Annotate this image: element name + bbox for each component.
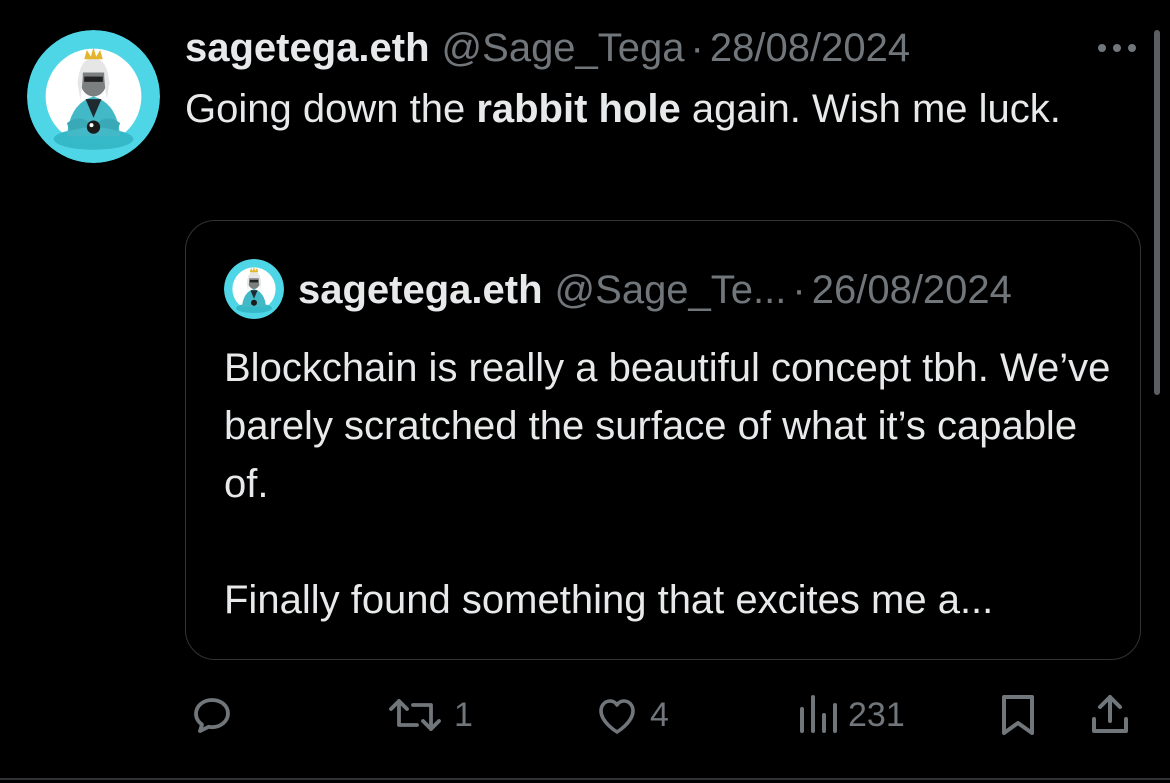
heart-icon (599, 699, 635, 734)
tweet-header: sagetega.eth @Sage_Tega · 28/08/2024 (185, 22, 910, 74)
views-count: 231 (848, 695, 905, 734)
action-bar: 1 4 231 (0, 690, 1170, 740)
views-button[interactable]: 231 (796, 690, 905, 740)
quoted-avatar-image (224, 259, 284, 319)
quoted-paragraph-2: Finally found something that excites me … (224, 578, 994, 622)
quoted-paragraph-1: Blockchain is really a beautiful concept… (224, 346, 1111, 506)
retweet-count: 1 (454, 695, 473, 734)
tweet-text-start: Going down the (185, 87, 477, 131)
views-icon (800, 695, 837, 733)
quoted-header: sagetega.eth @Sage_Te... · 26/08/2024 (298, 265, 1012, 315)
avatar[interactable] (27, 30, 160, 163)
divider (0, 778, 1170, 780)
tweet-text-end: again. Wish me luck. (680, 87, 1061, 131)
retweet-icon (389, 699, 441, 731)
avatar-image (27, 30, 160, 163)
like-button[interactable]: 4 (592, 690, 669, 740)
quoted-avatar[interactable] (224, 259, 284, 319)
share-button[interactable] (1088, 690, 1132, 740)
reply-icon (194, 698, 230, 733)
retweet-button[interactable]: 1 (384, 690, 473, 740)
quoted-text: Blockchain is really a beautiful concept… (224, 339, 1114, 629)
share-icon (1092, 695, 1128, 733)
reply-button[interactable] (188, 690, 236, 740)
quoted-author-name[interactable]: sagetega.eth (298, 265, 543, 315)
bookmark-button[interactable] (996, 690, 1040, 740)
author-handle[interactable]: @Sage_Tega (442, 22, 685, 74)
quoted-tweet[interactable]: sagetega.eth @Sage_Te... · 26/08/2024 Bl… (185, 220, 1141, 660)
quoted-date[interactable]: 26/08/2024 (812, 265, 1012, 315)
tweet-text: Going down the rabbit hole again. Wish m… (185, 80, 1085, 138)
tweet-text-bold: rabbit hole (476, 87, 681, 131)
tweet-date[interactable]: 28/08/2024 (710, 22, 910, 74)
bookmark-icon (1002, 695, 1034, 735)
more-icon (1098, 44, 1136, 52)
author-name[interactable]: sagetega.eth (185, 22, 430, 74)
quoted-author-handle[interactable]: @Sage_Te... (555, 265, 787, 315)
more-options-button[interactable] (1092, 28, 1142, 68)
scrollbar[interactable] (1154, 30, 1160, 395)
separator-dot: · (690, 26, 704, 70)
like-count: 4 (650, 695, 669, 734)
quoted-separator-dot: · (792, 268, 806, 312)
